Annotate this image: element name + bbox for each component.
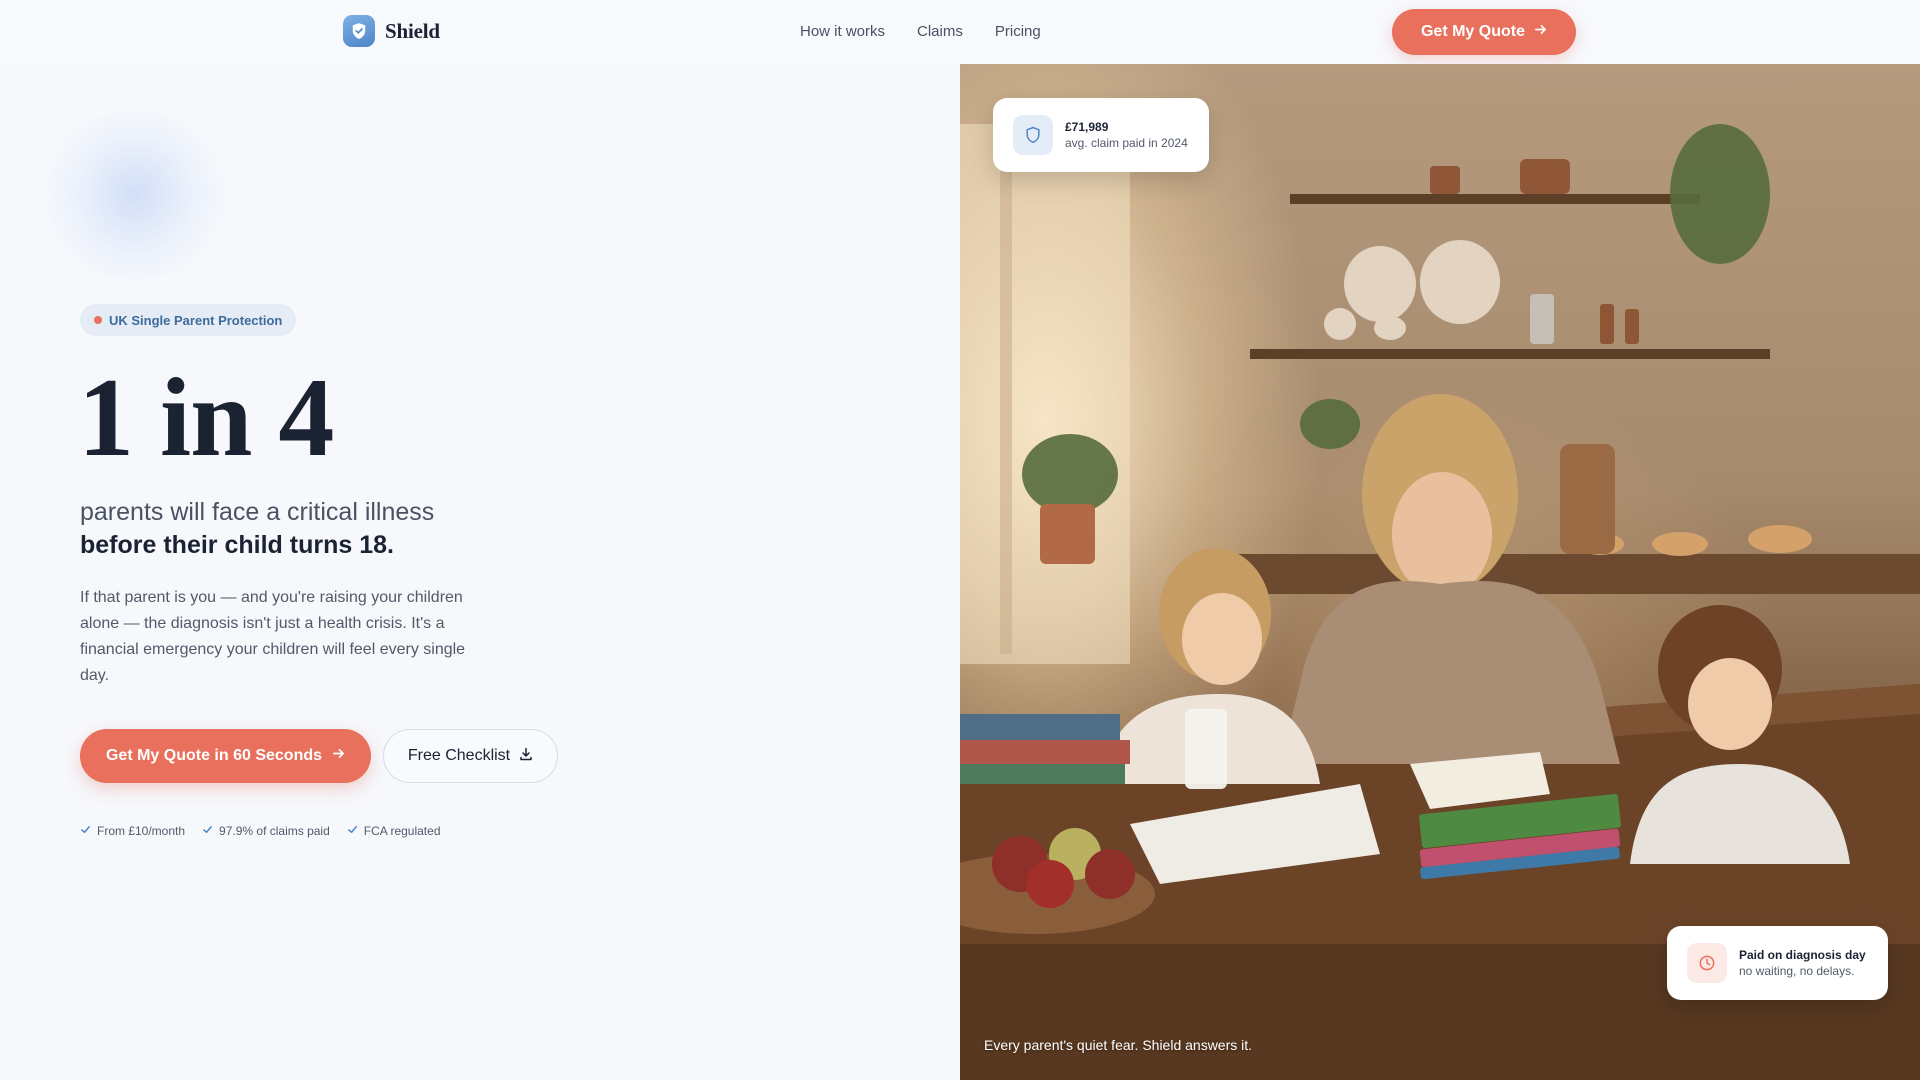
get-quote-button[interactable]: Get My Quote bbox=[1392, 9, 1576, 55]
logo-text: Shield bbox=[385, 18, 440, 43]
clock-icon bbox=[1687, 943, 1727, 983]
check-icon bbox=[80, 824, 91, 838]
badge-dot bbox=[94, 316, 102, 324]
trust-item: FCA regulated bbox=[347, 824, 441, 838]
site-header: Shield How it works Claims Pricing Get M… bbox=[0, 0, 1920, 64]
download-icon bbox=[519, 747, 533, 766]
diagnosis-card-title: Paid on diagnosis day bbox=[1739, 948, 1866, 962]
trust-text: From £10/month bbox=[97, 824, 186, 838]
category-badge: UK Single Parent Protection bbox=[80, 304, 297, 336]
shield-icon bbox=[1013, 115, 1053, 155]
badge-text: UK Single Parent Protection bbox=[109, 312, 283, 328]
main-nav: How it works Claims Pricing bbox=[800, 23, 1041, 40]
free-checklist-button[interactable]: Free Checklist bbox=[383, 729, 558, 783]
shield-check-icon bbox=[343, 15, 375, 47]
trust-item: 97.9% of claims paid bbox=[202, 824, 330, 838]
get-quote-label: Get My Quote bbox=[1420, 23, 1525, 40]
average-claim-card: £71,989 avg. claim paid in 2024 bbox=[993, 98, 1209, 172]
average-claim-text: £71,989 avg. claim paid in 2024 bbox=[1065, 120, 1188, 150]
logo[interactable]: Shield bbox=[343, 15, 440, 47]
check-icon bbox=[202, 824, 213, 838]
average-claim-label: avg. claim paid in 2024 bbox=[1065, 136, 1188, 150]
trust-text: 97.9% of claims paid bbox=[219, 824, 330, 838]
trust-item: From £10/month bbox=[80, 824, 185, 838]
nav-link-claims[interactable]: Claims bbox=[917, 23, 963, 40]
diagnosis-card-subtitle: no waiting, no delays. bbox=[1739, 964, 1855, 978]
trust-points: From £10/month 97.9% of claims paid FCA … bbox=[80, 824, 441, 838]
nav-link-how-it-works[interactable]: How it works bbox=[800, 23, 885, 40]
arrow-right-icon bbox=[1534, 23, 1547, 41]
trust-text: FCA regulated bbox=[363, 824, 441, 838]
hero-stat: 1 in 4 bbox=[78, 356, 334, 480]
check-icon bbox=[347, 824, 358, 838]
decorative-blob bbox=[40, 110, 230, 280]
photo-caption: Every parent's quiet fear. Shield answer… bbox=[984, 1037, 1253, 1053]
hero-body-text: If that parent is you — and you're raisi… bbox=[80, 589, 466, 684]
primary-cta-label: Get My Quote in 60 Seconds bbox=[105, 747, 323, 764]
secondary-cta-label: Free Checklist bbox=[407, 747, 511, 764]
nav-link-pricing[interactable]: Pricing bbox=[995, 23, 1041, 40]
hero-subtitle-line2: before their child turns 18. bbox=[80, 531, 394, 559]
get-quote-60-seconds-button[interactable]: Get My Quote in 60 Seconds bbox=[80, 729, 371, 783]
hero-subtitle-line1: parents will face a critical illness bbox=[80, 498, 435, 526]
average-claim-amount: £71,989 bbox=[1065, 120, 1109, 134]
arrow-right-icon bbox=[332, 747, 345, 765]
diagnosis-card-text: Paid on diagnosis day no waiting, no del… bbox=[1739, 948, 1866, 978]
paid-on-diagnosis-card: Paid on diagnosis day no waiting, no del… bbox=[1667, 926, 1888, 1000]
